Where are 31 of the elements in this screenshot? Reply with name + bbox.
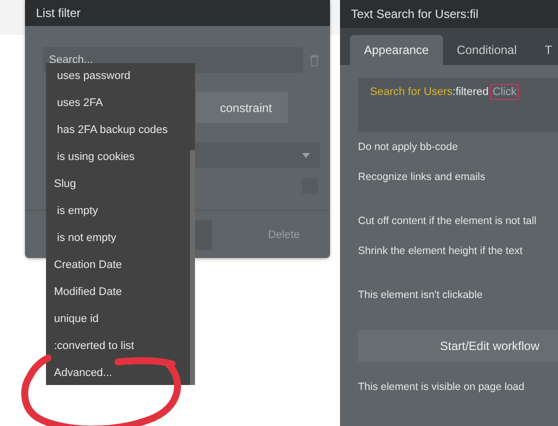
option-label: Cut off content if the element is not tall [358,214,538,229]
menu-item[interactable]: uses 2FA [46,93,190,120]
menu-item[interactable]: Modified Date [46,282,190,309]
workflow-button[interactable]: Start/Edit workflow [358,330,558,362]
data-source[interactable]: Search for Users [370,86,453,98]
menu-item[interactable]: Creation Date [46,255,190,282]
panel-title: Text Search for Users:fil [351,7,478,21]
expression-field[interactable]: Search for Users:filtered Click [358,78,558,132]
tab[interactable]: T [530,35,552,65]
panel-title: List filter [36,6,81,20]
tab[interactable]: Appearance [350,35,443,65]
menu-item[interactable]: unique id [46,309,190,336]
option-label: This element isn't clickable [358,288,484,303]
select-field[interactable] [192,142,320,168]
option-label: Do not apply bb-code [358,140,459,155]
menu-item[interactable]: has 2FA backup codes [46,120,190,147]
menu-item[interactable]: Advanced... [46,363,190,390]
constraint-button[interactable]: constraint [196,92,288,123]
menu-item[interactable]: Slug [46,174,190,201]
tab[interactable]: Conditional [442,35,531,65]
menu-item[interactable]: :converted to list [46,336,190,363]
trash-icon[interactable] [309,54,320,66]
option-label: Shrink the element height if the text [358,244,524,259]
menu-item[interactable]: is empty [46,201,190,228]
operator[interactable]: :filtered [452,86,489,98]
scrollbar[interactable] [190,150,195,385]
menu-item[interactable]: is not empty [46,228,190,255]
menu-item[interactable]: is using cookies [46,147,190,174]
option-label: Recognize links and emails [358,170,486,185]
option-label: This element is visible on page load [358,380,526,395]
caret-icon [302,152,310,158]
